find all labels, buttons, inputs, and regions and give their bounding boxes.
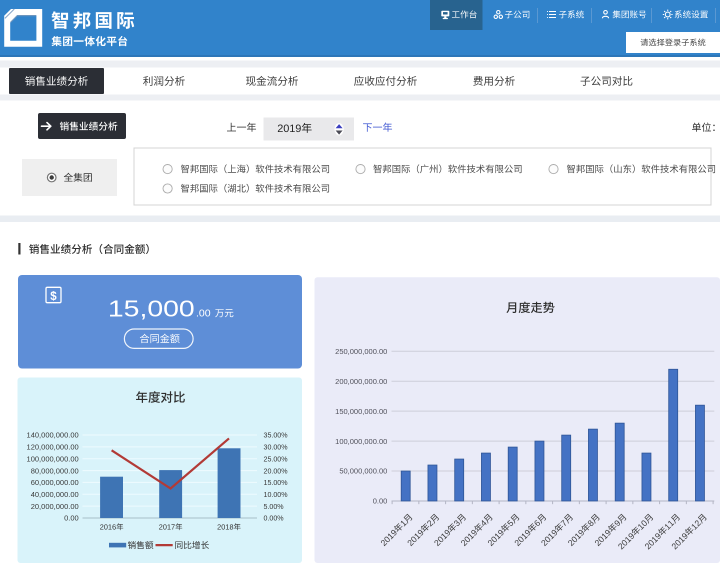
- svg-text:10.00%: 10.00%: [264, 491, 289, 499]
- svg-text:0.00: 0.00: [373, 497, 388, 506]
- svg-text:20.00%: 20.00%: [264, 467, 289, 475]
- svg-text:100,000,000.00: 100,000,000.00: [335, 437, 387, 446]
- svg-text:40,000,000.00: 40,000,000.00: [31, 490, 79, 499]
- svg-text:150,000,000.00: 150,000,000.00: [335, 407, 387, 416]
- svg-text:15.00%: 15.00%: [264, 479, 289, 487]
- svg-text:50,000,000.00: 50,000,000.00: [339, 467, 387, 476]
- svg-text:200,000,000.00: 200,000,000.00: [335, 377, 387, 386]
- svg-text:100,000,000.00: 100,000,000.00: [27, 454, 79, 463]
- svg-text:.00: .00: [196, 308, 211, 320]
- svg-text:120,000,000.00: 120,000,000.00: [27, 443, 79, 452]
- svg-text:15,000: 15,000: [108, 296, 195, 322]
- svg-text:140,000,000.00: 140,000,000.00: [27, 431, 79, 440]
- svg-text:20,000,000.00: 20,000,000.00: [31, 502, 79, 511]
- svg-text:250,000,000.00: 250,000,000.00: [335, 347, 387, 356]
- svg-text:0.00: 0.00: [64, 514, 79, 523]
- svg-text:$: $: [50, 291, 57, 303]
- svg-text:25.00%: 25.00%: [264, 455, 289, 463]
- svg-text:60,000,000.00: 60,000,000.00: [31, 478, 79, 487]
- svg-text:0.00%: 0.00%: [264, 515, 285, 523]
- svg-text:30.00%: 30.00%: [264, 444, 289, 452]
- svg-text:80,000,000.00: 80,000,000.00: [31, 466, 79, 475]
- svg-text:35.00%: 35.00%: [264, 432, 289, 440]
- svg-text:5.00%: 5.00%: [264, 503, 285, 511]
